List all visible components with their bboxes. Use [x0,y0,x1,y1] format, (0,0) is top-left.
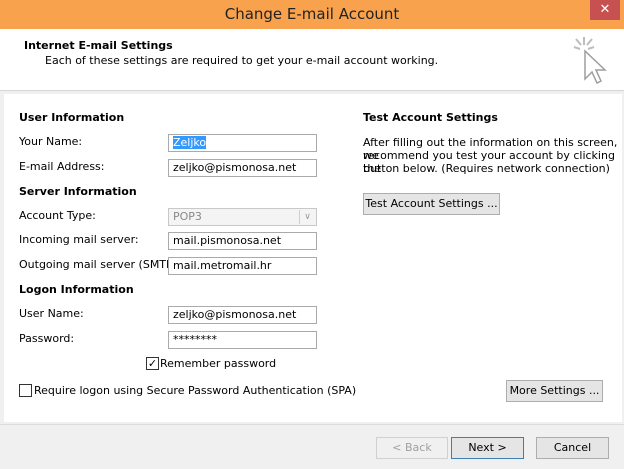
wizard-header: Internet E-mail Settings Each of these s… [0,29,624,91]
back-button[interactable]: < Back [376,437,448,459]
chevron-down-icon: ∨ [299,210,315,224]
account-type-select: POP3 ∨ [168,208,317,226]
spa-label: Require logon using Secure Password Auth… [34,384,357,397]
header-subtitle: Each of these settings are required to g… [45,54,439,67]
user-information-heading: User Information [19,111,125,124]
incoming-server-input[interactable]: mail.pismonosa.net [168,232,317,250]
header-title: Internet E-mail Settings [24,39,173,52]
wizard-cursor-icon [573,37,607,85]
server-information-heading: Server Information [19,185,137,198]
user-name-label: User Name: [19,307,84,320]
test-settings-heading: Test Account Settings [363,111,498,124]
next-button[interactable]: Next > [451,437,524,459]
logon-information-heading: Logon Information [19,283,134,296]
cancel-button[interactable]: Cancel [536,437,609,459]
email-address-label: E-mail Address: [19,160,105,173]
window-title: Change E-mail Account [224,5,400,23]
checkmark-icon: ✓ [147,357,158,370]
spa-checkbox[interactable] [19,384,32,397]
more-settings-button[interactable]: More Settings ... [506,380,603,402]
close-button[interactable]: ✕ [590,0,620,20]
incoming-server-label: Incoming mail server: [19,233,139,246]
footer-divider [0,424,624,425]
settings-panel: User Information Your Name: Zeljko E-mai… [4,94,622,422]
outgoing-server-label: Outgoing mail server (SMTP): [19,258,181,271]
test-settings-description-3: button below. (Requires network connecti… [363,162,610,175]
remember-password-checkbox[interactable]: ✓ [146,357,159,370]
password-label: Password: [19,332,75,345]
user-name-input[interactable]: zeljko@pismonosa.net [168,306,317,324]
email-address-input[interactable]: zeljko@pismonosa.net [168,159,317,177]
outgoing-server-input[interactable]: mail.metromail.hr [168,257,317,275]
account-type-label: Account Type: [19,209,96,222]
password-input[interactable]: ******** [168,331,317,349]
title-bar: Change E-mail Account ✕ [0,0,624,29]
your-name-value: Zeljko [173,136,207,149]
your-name-label: Your Name: [19,135,83,148]
test-account-settings-button[interactable]: Test Account Settings ... [363,193,500,215]
remember-password-label: Remember password [160,357,277,370]
your-name-input[interactable]: Zeljko [168,134,317,152]
close-icon: ✕ [599,2,611,17]
account-type-value: POP3 [173,210,202,223]
